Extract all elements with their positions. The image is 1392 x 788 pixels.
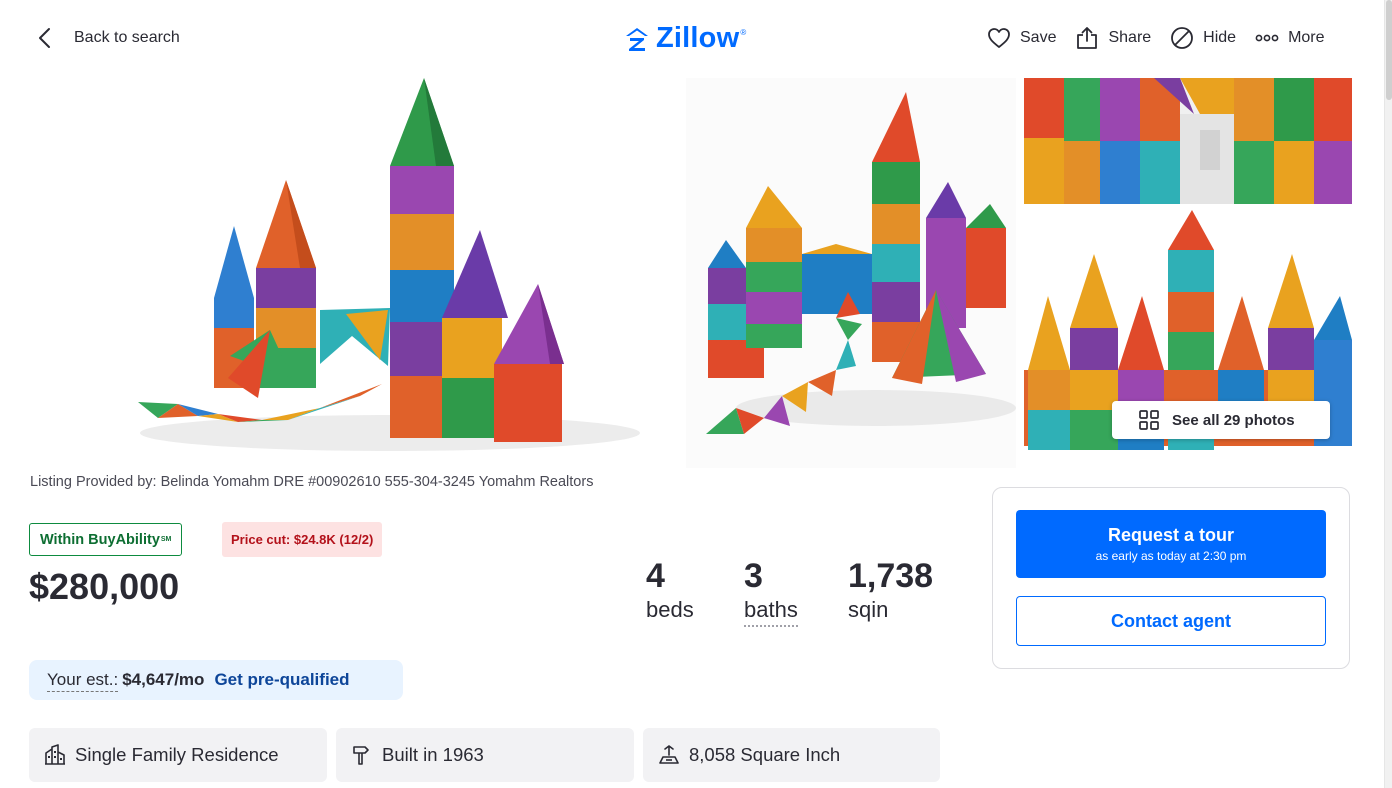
share-label: Share bbox=[1108, 29, 1152, 46]
contact-agent-button[interactable]: Contact agent bbox=[1016, 596, 1326, 646]
scrollbar-thumb[interactable] bbox=[1386, 0, 1392, 100]
beds-fact: 4 beds bbox=[646, 556, 694, 624]
back-to-search-label: Back to search bbox=[74, 29, 180, 46]
zillow-logo-text: Zillow bbox=[656, 22, 740, 54]
grid-icon bbox=[1139, 410, 1159, 430]
year-built-label: Built in 1963 bbox=[382, 744, 484, 765]
hide-icon bbox=[1171, 27, 1194, 49]
more-button[interactable]: More bbox=[1254, 25, 1325, 51]
baths-value: 3 bbox=[744, 557, 763, 595]
tower-photo-image bbox=[706, 92, 1016, 434]
property-type-label: Single Family Residence bbox=[75, 744, 279, 765]
buyability-label: Within BuyAbility bbox=[40, 531, 160, 548]
request-tour-button[interactable]: Request a tour as early as today at 2:30… bbox=[1016, 510, 1326, 578]
see-all-photos-label: See all 29 photos bbox=[1172, 411, 1295, 429]
hide-button[interactable]: Hide bbox=[1169, 25, 1236, 51]
heart-icon bbox=[988, 28, 1010, 48]
share-icon bbox=[1077, 27, 1098, 49]
request-tour-subtitle: as early as today at 2:30 pm bbox=[1095, 549, 1247, 563]
top-bar: Back to search Zillow ® Save Share Hide … bbox=[0, 0, 1392, 78]
zillow-logo[interactable]: Zillow ® bbox=[624, 22, 746, 55]
see-all-photos-button[interactable]: See all 29 photos bbox=[1112, 401, 1330, 439]
beds-value: 4 bbox=[646, 557, 665, 595]
beds-unit: beds bbox=[646, 597, 694, 622]
baths-unit[interactable]: baths bbox=[744, 596, 798, 627]
lot-size-icon bbox=[659, 745, 679, 764]
castle-photo-image bbox=[138, 78, 640, 451]
arch-photo-image bbox=[1024, 78, 1352, 204]
price-cut-badge: Price cut: $24.8K (12/2) bbox=[222, 522, 383, 557]
baths-fact[interactable]: 3 baths bbox=[744, 556, 798, 627]
lot-size-chip: 8,058 Square Inch bbox=[643, 728, 940, 782]
buyability-badge[interactable]: Within BuyAbility SM bbox=[29, 523, 183, 556]
hammer-icon bbox=[353, 746, 369, 765]
estimate-value: $4,647/mo bbox=[122, 670, 205, 689]
hide-label: Hide bbox=[1203, 29, 1237, 46]
lot-size-label: 8,058 Square Inch bbox=[689, 744, 841, 765]
listing-provider-text: Listing Provided by: Belinda Yomahm DRE … bbox=[30, 474, 594, 490]
page-scrollbar[interactable] bbox=[1384, 0, 1392, 788]
get-pre-qualified-link[interactable]: Get pre-qualified bbox=[214, 670, 349, 690]
magnetic-tile-castle-photo[interactable] bbox=[30, 78, 680, 468]
listing-actions: Save Share Hide More bbox=[986, 25, 1343, 51]
more-icon bbox=[1255, 34, 1279, 42]
listing-price: $280,000 bbox=[29, 566, 180, 607]
registered-mark: ® bbox=[740, 28, 747, 37]
year-built-chip: Built in 1963 bbox=[336, 728, 634, 782]
home-type-icon bbox=[45, 744, 65, 765]
zillow-logo-icon bbox=[626, 27, 648, 51]
share-button[interactable]: Share bbox=[1074, 25, 1151, 51]
request-tour-label: Request a tour bbox=[1107, 525, 1235, 545]
magnetic-tile-arch-photo[interactable] bbox=[1024, 78, 1352, 204]
property-type-chip: Single Family Residence bbox=[29, 728, 327, 782]
area-unit: sqin bbox=[848, 597, 889, 622]
area-fact: 1,738 sqin bbox=[848, 556, 933, 624]
back-to-search-link[interactable]: Back to search bbox=[34, 26, 180, 50]
save-button[interactable]: Save bbox=[986, 25, 1056, 51]
service-mark: SM bbox=[160, 536, 172, 543]
estimate-label[interactable]: Your est.: bbox=[47, 669, 119, 692]
area-value: 1,738 bbox=[848, 557, 934, 595]
more-label: More bbox=[1288, 29, 1325, 46]
save-label: Save bbox=[1020, 29, 1057, 46]
magnetic-tile-tower-photo[interactable] bbox=[686, 78, 1016, 468]
chevron-left-icon bbox=[39, 28, 50, 48]
monthly-estimate-banner: Your est.: $4,647/mo Get pre-qualified bbox=[29, 660, 403, 700]
